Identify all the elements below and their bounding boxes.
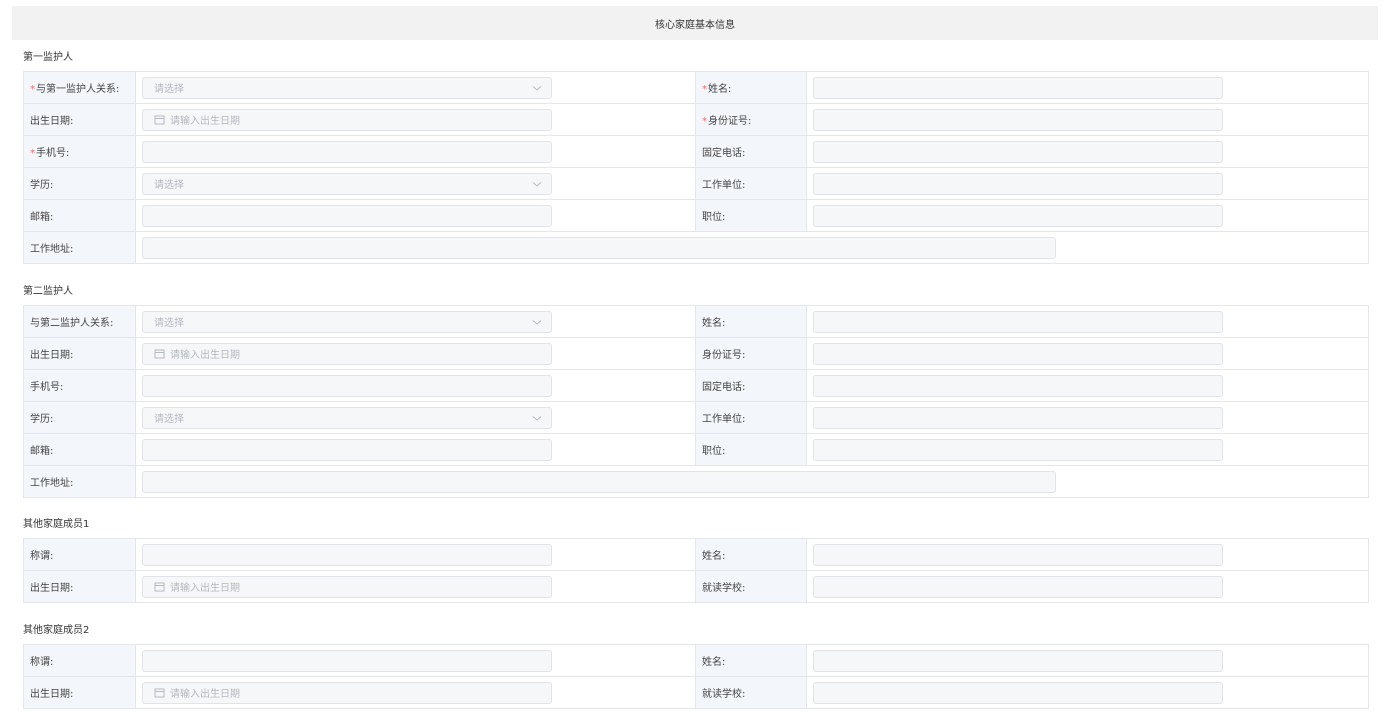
table-row: 出生日期: 请输入出生日期 身份证号:: [23, 337, 1369, 370]
idcard-input[interactable]: [813, 108, 1223, 131]
work-address-label: 工作地址:: [23, 465, 136, 498]
table-row: 工作地址:: [23, 231, 1369, 264]
appellation-label: 称谓:: [23, 644, 136, 677]
landline-input[interactable]: [813, 374, 1223, 397]
name-label: *姓名:: [695, 71, 807, 104]
member1-table: 称谓: 姓名: 出生日期: 请输入出生日期 就读学校:: [23, 538, 1369, 603]
email-input[interactable]: [142, 204, 552, 227]
landline-label: 固定电话:: [695, 369, 807, 402]
education-select[interactable]: 请选择: [142, 406, 552, 429]
table-row: 出生日期: 请输入出生日期 *身份证号:: [23, 103, 1369, 136]
position-input[interactable]: [813, 438, 1223, 461]
table-row: 称谓: 姓名:: [23, 538, 1369, 571]
birth-label: 出生日期:: [23, 676, 136, 709]
workplace-label: 工作单位:: [695, 401, 807, 434]
school-label: 就读学校:: [695, 676, 807, 709]
name-input[interactable]: [813, 649, 1223, 672]
table-row: 出生日期: 请输入出生日期 就读学校:: [23, 570, 1369, 603]
position-label: 职位:: [695, 199, 807, 232]
birth-date-picker[interactable]: 请输入出生日期: [142, 342, 552, 365]
section-title-guardian1: 第一监护人: [23, 52, 73, 63]
workplace-input[interactable]: [813, 406, 1223, 429]
section-title-guardian2: 第二监护人: [23, 286, 73, 297]
work-address-input[interactable]: [142, 470, 1056, 493]
name-input[interactable]: [813, 310, 1223, 333]
page-title: 核心家庭基本信息: [655, 19, 735, 31]
birth-date-picker[interactable]: 请输入出生日期: [142, 681, 552, 704]
page-header: 核心家庭基本信息: [12, 6, 1378, 40]
table-row: 工作地址:: [23, 465, 1369, 498]
table-row: *与第一监护人关系: 请选择 *姓名:: [23, 71, 1369, 104]
required-mark: *: [30, 84, 35, 95]
name-input[interactable]: [813, 543, 1223, 566]
landline-input[interactable]: [813, 140, 1223, 163]
email-label: 邮箱:: [23, 199, 136, 232]
work-address-input[interactable]: [142, 236, 1056, 259]
phone-label: 手机号:: [23, 369, 136, 402]
chevron-down-icon: [532, 85, 542, 91]
chevron-down-icon: [532, 415, 542, 421]
birth-label: 出生日期:: [23, 570, 136, 603]
phone-label: *手机号:: [23, 135, 136, 168]
family-info-page: 核心家庭基本信息 第一监护人 *与第一监护人关系: 请选择 *姓名: 出生日期:…: [0, 0, 1388, 716]
school-input[interactable]: [813, 575, 1223, 598]
required-mark: *: [702, 116, 707, 127]
phone-input[interactable]: [142, 374, 552, 397]
position-label: 职位:: [695, 433, 807, 466]
required-mark: *: [30, 148, 35, 159]
name-label: 姓名:: [695, 644, 807, 677]
school-input[interactable]: [813, 681, 1223, 704]
relation-select[interactable]: 请选择: [142, 310, 552, 333]
relation-label: *与第一监护人关系:: [23, 71, 136, 104]
table-row: 称谓: 姓名:: [23, 644, 1369, 677]
guardian1-table: *与第一监护人关系: 请选择 *姓名: 出生日期: 请输入出生日期 *身份证号:…: [23, 71, 1369, 264]
landline-label: 固定电话:: [695, 135, 807, 168]
education-label: 学历:: [23, 167, 136, 200]
email-input[interactable]: [142, 438, 552, 461]
email-label: 邮箱:: [23, 433, 136, 466]
birth-date-picker[interactable]: 请输入出生日期: [142, 575, 552, 598]
idcard-label: 身份证号:: [695, 337, 807, 370]
guardian2-table: 与第二监护人关系: 请选择 姓名: 出生日期: 请输入出生日期 身份证号: 手机…: [23, 305, 1369, 498]
birth-label: 出生日期:: [23, 337, 136, 370]
position-input[interactable]: [813, 204, 1223, 227]
table-row: 邮箱: 职位:: [23, 199, 1369, 232]
chevron-down-icon: [532, 319, 542, 325]
appellation-input[interactable]: [142, 543, 552, 566]
calendar-icon: [154, 115, 165, 125]
table-row: 手机号: 固定电话:: [23, 369, 1369, 402]
birth-label: 出生日期:: [23, 103, 136, 136]
appellation-label: 称谓:: [23, 538, 136, 571]
section-title-member1: 其他家庭成员1: [23, 519, 90, 530]
workplace-input[interactable]: [813, 172, 1223, 195]
calendar-icon: [154, 688, 165, 698]
table-row: 学历: 请选择 工作单位:: [23, 167, 1369, 200]
chevron-down-icon: [532, 181, 542, 187]
table-row: 学历: 请选择 工作单位:: [23, 401, 1369, 434]
name-label: 姓名:: [695, 305, 807, 338]
table-row: 与第二监护人关系: 请选择 姓名:: [23, 305, 1369, 338]
school-label: 就读学校:: [695, 570, 807, 603]
workplace-label: 工作单位:: [695, 167, 807, 200]
table-row: *手机号: 固定电话:: [23, 135, 1369, 168]
idcard-input[interactable]: [813, 342, 1223, 365]
education-select[interactable]: 请选择: [142, 172, 552, 195]
phone-input[interactable]: [142, 140, 552, 163]
name-label: 姓名:: [695, 538, 807, 571]
calendar-icon: [154, 349, 165, 359]
appellation-input[interactable]: [142, 649, 552, 672]
education-label: 学历:: [23, 401, 136, 434]
name-input[interactable]: [813, 76, 1223, 99]
required-mark: *: [702, 84, 707, 95]
member2-table: 称谓: 姓名: 出生日期: 请输入出生日期 就读学校:: [23, 644, 1369, 709]
idcard-label: *身份证号:: [695, 103, 807, 136]
table-row: 邮箱: 职位:: [23, 433, 1369, 466]
table-row: 出生日期: 请输入出生日期 就读学校:: [23, 676, 1369, 709]
work-address-label: 工作地址:: [23, 231, 136, 264]
calendar-icon: [154, 582, 165, 592]
relation-label: 与第二监护人关系:: [23, 305, 136, 338]
birth-date-picker[interactable]: 请输入出生日期: [142, 108, 552, 131]
relation-select[interactable]: 请选择: [142, 76, 552, 99]
section-title-member2: 其他家庭成员2: [23, 625, 90, 636]
